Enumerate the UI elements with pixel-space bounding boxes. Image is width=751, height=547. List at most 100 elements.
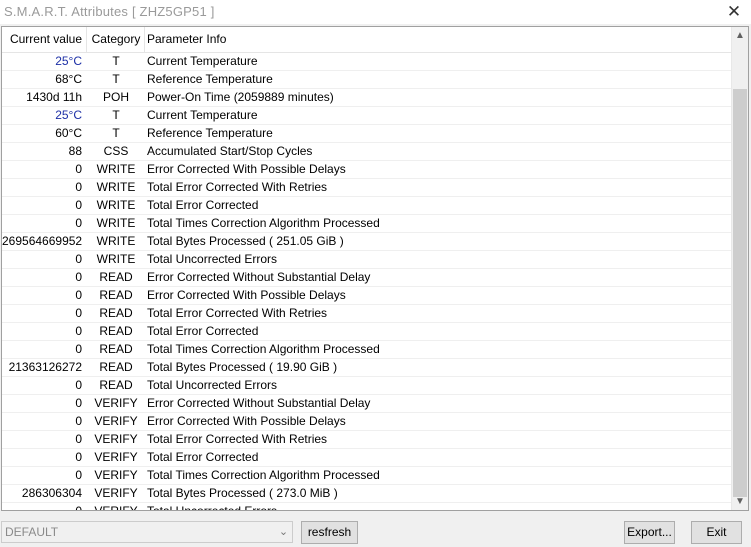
parameter-info-cell: Error Corrected With Possible Delays xyxy=(147,162,346,176)
table-row[interactable]: 0 READ Total Error Corrected With Retries xyxy=(2,305,733,323)
table-row[interactable]: 0 VERIFY Error Corrected Without Substanti… xyxy=(2,395,733,413)
table-row[interactable]: 0 VERIFY Total Error Corrected xyxy=(2,449,733,467)
table-row[interactable]: 0 READ Error Corrected With Possible Delay… xyxy=(2,287,733,305)
table-row[interactable]: 0 WRITE Total Error Corrected With Retries xyxy=(2,179,733,197)
table-row[interactable]: 68°C T Reference Temperature xyxy=(2,71,733,89)
table-row[interactable]: 0 WRITE Total Error Corrected xyxy=(2,197,733,215)
category-cell: READ xyxy=(99,288,133,302)
table-row[interactable]: 0 WRITE Total Times Correction Algorithm P… xyxy=(2,215,733,233)
parameter-info-cell: Total Error Corrected With Retries xyxy=(147,180,328,194)
parameter-info-cell: Total Bytes Processed ( 273.0 MiB ) xyxy=(147,486,338,500)
table-row[interactable]: 0 READ Total Times Correction Algorithm Pr… xyxy=(2,341,733,359)
parameter-info-cell: Total Uncorrected Errors xyxy=(147,504,278,511)
parameter-info-cell: Power-On Time (2059889 minutes) xyxy=(147,90,334,104)
current-value-cell: 0 xyxy=(75,198,82,212)
current-value-cell: 0 xyxy=(75,468,82,482)
table-row[interactable]: 0 WRITE Error Corrected With Possible Dela… xyxy=(2,161,733,179)
current-value-cell: 88 xyxy=(68,144,82,158)
category-cell: WRITE xyxy=(96,198,136,212)
parameter-info-cell: Total Times Correction Algorithm Process… xyxy=(147,216,380,230)
parameter-info-cell: Error Corrected Without Substantial Dela… xyxy=(147,270,371,284)
parameter-info-cell: Reference Temperature xyxy=(147,126,273,140)
table-row[interactable]: 286306304 VERIFY Total Bytes Processed ( 2… xyxy=(2,485,733,503)
close-icon[interactable]: ✕ xyxy=(723,1,745,23)
table-row[interactable]: 269564669952 WRITE Total Bytes Processed (… xyxy=(2,233,733,251)
category-cell: VERIFY xyxy=(94,486,138,500)
profile-select[interactable]: DEFAULT ⌄ xyxy=(1,521,293,543)
current-value-cell: 269564669952 xyxy=(2,234,82,248)
current-value-cell: 68°C xyxy=(55,72,82,86)
category-cell: READ xyxy=(99,324,133,338)
current-value-cell: 0 xyxy=(75,324,82,338)
parameter-info-cell: Total Uncorrected Errors xyxy=(147,252,278,266)
category-cell: T xyxy=(112,126,120,140)
table-row[interactable]: 0 READ Error Corrected Without Substantial… xyxy=(2,269,733,287)
current-value-cell: 0 xyxy=(75,288,82,302)
parameter-info-cell: Error Corrected With Possible Delays xyxy=(147,414,346,428)
parameter-info-cell: Total Error Corrected With Retries xyxy=(147,432,328,446)
current-value-cell: 60°C xyxy=(55,126,82,140)
category-cell: CSS xyxy=(103,144,129,158)
table-row[interactable]: 0 VERIFY Error Corrected With Possible Del… xyxy=(2,413,733,431)
table-row[interactable]: 1430d 11h POH Power-On Time (2059889 minut… xyxy=(2,89,733,107)
parameter-info-cell: Current Temperature xyxy=(147,54,258,68)
current-value-cell: 1430d 11h xyxy=(26,90,82,104)
category-cell: READ xyxy=(99,342,133,356)
chevron-up-icon[interactable]: ▲ xyxy=(732,27,748,44)
table-row[interactable]: 0 VERIFY Total Error Corrected With Retrie… xyxy=(2,431,733,449)
category-cell: VERIFY xyxy=(94,450,138,464)
current-value-cell: 0 xyxy=(75,180,82,194)
current-value-cell: 0 xyxy=(75,270,82,284)
smart-attributes-table[interactable]: Current value Category Parameter Info 25… xyxy=(1,26,749,511)
table-row[interactable]: 25°C T Current Temperature xyxy=(2,107,733,125)
table-row[interactable]: 21363126272 READ Total Bytes Processed ( 1… xyxy=(2,359,733,377)
category-cell: T xyxy=(112,108,120,122)
parameter-info-cell: Total Uncorrected Errors xyxy=(147,378,278,392)
table-row[interactable]: 60°C T Reference Temperature xyxy=(2,125,733,143)
parameter-info-cell: Current Temperature xyxy=(147,108,258,122)
category-cell: WRITE xyxy=(96,252,136,266)
category-cell: READ xyxy=(99,360,133,374)
column-header-parameter-info[interactable]: Parameter Info xyxy=(147,27,447,52)
parameter-info-cell: Accumulated Start/Stop Cycles xyxy=(147,144,313,158)
current-value-cell: 0 xyxy=(75,504,82,511)
export-button[interactable]: Export... xyxy=(624,521,675,544)
scrollbar-thumb[interactable] xyxy=(733,89,747,497)
category-cell: WRITE xyxy=(96,216,136,230)
category-cell: VERIFY xyxy=(94,432,138,446)
table-row[interactable]: 88 CSS Accumulated Start/Stop Cycles xyxy=(2,143,733,161)
column-header-current-value[interactable]: Current value xyxy=(2,27,82,52)
title-bar: S.M.A.R.T. Attributes [ ZHZ5GP51 ] ✕ xyxy=(0,0,751,24)
chevron-down-icon[interactable]: ▼ xyxy=(732,493,748,510)
parameter-info-cell: Total Times Correction Algorithm Process… xyxy=(147,342,380,356)
footer-bar: DEFAULT ⌄ resfresh Export... Exit xyxy=(0,512,751,547)
exit-button[interactable]: Exit xyxy=(691,521,742,544)
current-value-cell: 0 xyxy=(75,396,82,410)
table-row[interactable]: 0 VERIFY Total Uncorrected Errors xyxy=(2,503,733,511)
current-value-cell: 0 xyxy=(75,306,82,320)
parameter-info-cell: Total Bytes Processed ( 19.90 GiB ) xyxy=(147,360,338,374)
current-value-cell: 25°C xyxy=(55,54,82,68)
parameter-info-cell: Total Bytes Processed ( 251.05 GiB ) xyxy=(147,234,344,248)
table-row[interactable]: 0 WRITE Total Uncorrected Errors xyxy=(2,251,733,269)
refresh-button[interactable]: resfresh xyxy=(301,521,358,544)
column-header-category[interactable]: Category xyxy=(88,27,144,52)
category-cell: POH xyxy=(102,90,129,104)
window-title: S.M.A.R.T. Attributes [ ZHZ5GP51 ] xyxy=(4,4,215,19)
parameter-info-cell: Total Error Corrected xyxy=(147,198,259,212)
table-row[interactable]: 25°C T Current Temperature xyxy=(2,53,733,71)
table-row[interactable]: 0 READ Total Uncorrected Errors xyxy=(2,377,733,395)
current-value-cell: 25°C xyxy=(55,108,82,122)
vertical-scrollbar[interactable]: ▲ ▼ xyxy=(731,27,748,510)
table-row[interactable]: 0 READ Total Error Corrected xyxy=(2,323,733,341)
parameter-info-cell: Total Error Corrected With Retries xyxy=(147,306,328,320)
current-value-cell: 0 xyxy=(75,414,82,428)
column-divider[interactable] xyxy=(86,27,87,52)
table-row[interactable]: 0 VERIFY Total Times Correction Algorithm … xyxy=(2,467,733,485)
table-body: 25°C T Current Temperature 68°C T Reference T… xyxy=(2,53,733,511)
category-cell: READ xyxy=(99,306,133,320)
column-divider[interactable] xyxy=(144,27,145,52)
chevron-down-icon[interactable]: ⌄ xyxy=(275,522,292,542)
category-cell: WRITE xyxy=(96,162,136,176)
current-value-cell: 0 xyxy=(75,432,82,446)
